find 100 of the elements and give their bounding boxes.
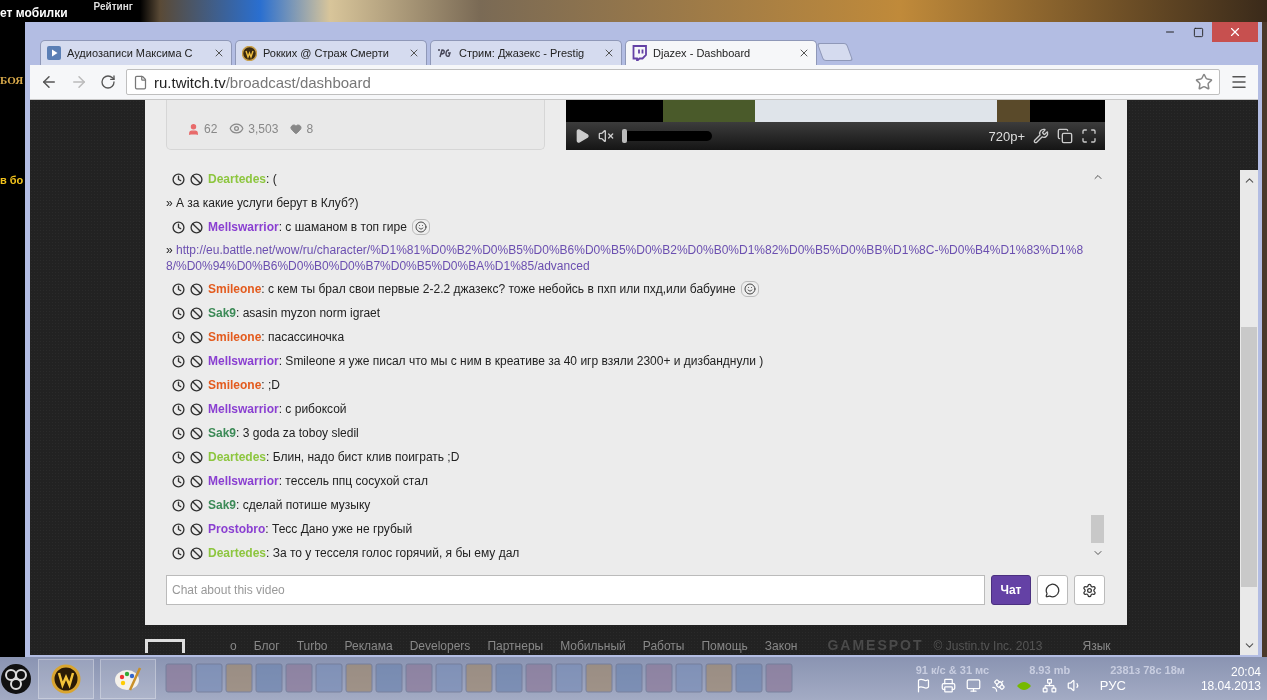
footer-link[interactable]: Turbo <box>296 639 328 653</box>
footer-link[interactable]: Помощь <box>701 639 748 653</box>
fullscreen-button[interactable] <box>1081 128 1097 144</box>
play-button[interactable] <box>574 128 591 144</box>
clock-icon[interactable] <box>172 172 185 186</box>
clock-icon[interactable] <box>172 522 185 536</box>
maximize-icon <box>1192 26 1204 38</box>
ban-icon[interactable] <box>190 474 203 488</box>
fullscreen-icon <box>1081 128 1097 144</box>
ban-icon[interactable] <box>190 220 203 234</box>
ban-icon[interactable] <box>190 354 203 368</box>
chat-message: Prostobro: Тесс Дано уже не грубый <box>208 522 413 536</box>
clock-icon[interactable] <box>172 354 185 368</box>
clock-time: 20:04 <box>1230 664 1261 679</box>
scroll-thumb[interactable] <box>1241 327 1257 587</box>
satellite-icon[interactable] <box>990 678 1006 693</box>
clock-icon[interactable] <box>172 330 185 344</box>
close-icon[interactable] <box>798 47 810 59</box>
stacked-squares-icon <box>1057 128 1073 144</box>
scroll-thumb[interactable] <box>1091 515 1104 543</box>
clock-icon[interactable] <box>172 426 185 440</box>
printer-icon[interactable] <box>940 678 956 693</box>
stat-value: 8 <box>306 122 314 136</box>
language-indicator[interactable]: РУС <box>1099 678 1126 693</box>
page-icon <box>133 74 148 90</box>
play-icon <box>574 128 591 144</box>
clock-icon[interactable] <box>172 306 185 320</box>
chat-message: Mellswarrior: Smileone я уже писал что мы с ним в креативе за 40 игр взяли 2300+ и дизбанднули ) <box>208 354 764 368</box>
monitor-icon[interactable] <box>965 678 981 693</box>
language-link[interactable]: Язык <box>1082 639 1111 653</box>
chat-message: » А за какие услуги берут в Клуб?) <box>166 195 360 212</box>
footer-link[interactable]: о <box>230 639 237 653</box>
chat-message: Smileone: с кем ты брал свои первые 2-2.2 джазекс? тоже небойсь в пхп или пхд,или бабуине <box>208 282 736 296</box>
popout-button[interactable] <box>1057 128 1073 144</box>
clock-icon[interactable] <box>172 474 185 488</box>
ban-icon[interactable] <box>190 306 203 320</box>
paint-taskbar-button[interactable] <box>100 658 156 699</box>
wrench-icon <box>1033 128 1049 144</box>
ban-icon[interactable] <box>190 378 203 392</box>
settings-button[interactable] <box>1074 575 1105 605</box>
ban-icon[interactable] <box>190 330 203 344</box>
ban-icon[interactable] <box>190 450 203 464</box>
ban-icon[interactable] <box>190 498 203 512</box>
chat-message: Deartedes: Блин, надо бист клив поиграть ;D <box>208 450 460 464</box>
ban-icon[interactable] <box>190 402 203 416</box>
seek-bar[interactable] <box>622 131 713 141</box>
ban-icon[interactable] <box>190 546 203 560</box>
clock-icon[interactable] <box>172 220 185 234</box>
wrench-button[interactable] <box>1033 128 1049 144</box>
game-taskbar-button[interactable] <box>38 658 94 699</box>
star-icon[interactable] <box>1195 73 1213 91</box>
browser-tab[interactable]: Стрим: Джазекс - Prestig <box>430 40 622 65</box>
person-icon <box>187 122 200 136</box>
clock-icon[interactable] <box>172 378 185 392</box>
settings-icon <box>1082 582 1097 598</box>
play-icon <box>47 46 61 60</box>
clock-icon[interactable] <box>172 450 185 464</box>
network-icon[interactable] <box>1041 678 1057 693</box>
chat-message: Deartedes: За то у тесселя голос горячий, я бы ему дал <box>208 546 520 560</box>
clock[interactable]: 20:04 18.04.2013 <box>1200 664 1261 693</box>
footer-link[interactable]: Закон <box>764 639 798 653</box>
chat-bubble-button[interactable] <box>1037 575 1068 605</box>
browser-tab[interactable]: Аудиозаписи Максима С <box>40 40 232 65</box>
ban-icon[interactable] <box>190 172 203 186</box>
footer-link[interactable]: Работы <box>642 639 685 653</box>
flag-icon[interactable] <box>915 678 931 693</box>
browser-tab[interactable]: Рокких @ Страж Смерти <box>235 40 427 65</box>
address-bar[interactable]: ru.twitch.tv/broadcast/dashboard <box>126 69 1220 95</box>
quality-button[interactable]: 720p+ <box>988 128 1025 144</box>
footer-link[interactable]: Мобильный <box>560 639 626 653</box>
close-icon[interactable] <box>408 47 420 59</box>
logo-icon <box>437 48 453 58</box>
footer-link[interactable]: Блог <box>253 639 280 653</box>
close-icon[interactable] <box>603 47 615 59</box>
mute-button[interactable] <box>598 128 615 144</box>
clock-date: 18.04.2013 <box>1200 678 1261 693</box>
close-icon[interactable] <box>213 47 225 59</box>
reload-button[interactable] <box>98 72 118 92</box>
emblem-icon <box>51 663 81 694</box>
ban-icon[interactable] <box>190 522 203 536</box>
chat-input[interactable]: Chat about this video <box>166 575 985 605</box>
ban-icon[interactable] <box>190 282 203 296</box>
game-label: ет мобилки <box>0 6 68 20</box>
clock-icon[interactable] <box>172 282 185 296</box>
clock-icon[interactable] <box>172 546 185 560</box>
emblem-icon <box>242 45 257 61</box>
chat-send-button[interactable]: Чат <box>991 575 1031 605</box>
footer-link[interactable]: Партнеры <box>487 639 544 653</box>
browser-tab[interactable]: Djazex - Dashboard <box>625 40 817 65</box>
footer-link[interactable]: Developers <box>409 639 471 653</box>
chat-link[interactable]: » http://eu.battle.net/wow/ru/character/%D1%81%D0%B2%D0%B5%D0%B6%D0%B5%D0%B2%D0%B0%D1%82%D0%B5%D0%BB%D1%8C-%D0%B4%D1%83%D1%88/%D0%94%D0%B6%D0%B0%D0%B7%D0%B5%D0%BA%D1%85/advanced <box>166 239 1090 277</box>
chat-message: Mellswarrior: с шаманом в топ гире <box>208 220 407 234</box>
chat-message: Sak9: сделай потише музыку <box>208 498 371 512</box>
clock-icon[interactable] <box>172 402 185 416</box>
clock-icon[interactable] <box>172 498 185 512</box>
ban-icon[interactable] <box>190 426 203 440</box>
overlay-stat: 2381з 78с 18м <box>1110 664 1185 676</box>
footer-link[interactable]: Реклама <box>344 639 393 653</box>
page-scrollbar[interactable] <box>1240 170 1258 655</box>
stat-value: 62 <box>204 122 218 136</box>
